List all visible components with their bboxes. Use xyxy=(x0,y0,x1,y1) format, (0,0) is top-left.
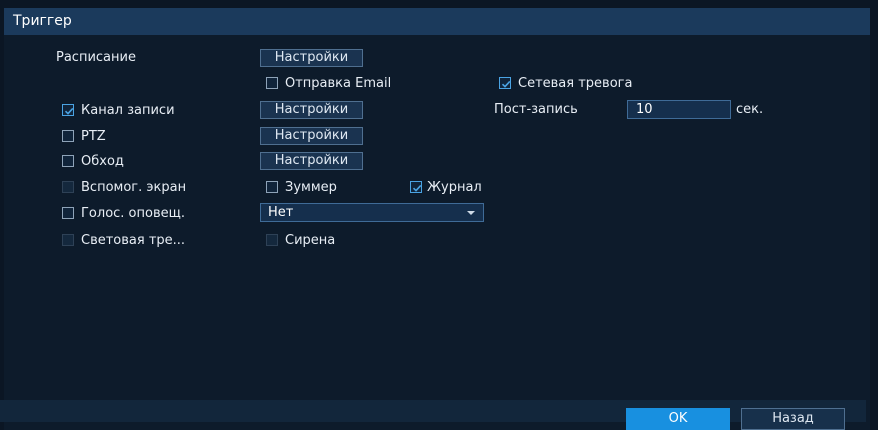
log-checkbox[interactable]: Журнал xyxy=(410,180,482,195)
record-channel-settings-button[interactable]: Настройки xyxy=(260,101,363,119)
network-alarm-checkbox[interactable]: Сетевая тревога xyxy=(499,76,632,91)
buzzer-label: Зуммер xyxy=(285,180,337,195)
ptz-settings-button[interactable]: Настройки xyxy=(260,127,363,145)
check-icon xyxy=(501,80,511,88)
ok-button[interactable]: OK xyxy=(626,408,730,430)
siren-label: Сирена xyxy=(285,233,336,248)
record-channel-checkbox[interactable]: Канал записи xyxy=(62,103,175,118)
chevron-down-icon xyxy=(467,211,475,215)
aux-screen-checkbox: Вспомог. экран xyxy=(62,180,186,195)
network-alarm-label: Сетевая тревога xyxy=(518,76,633,91)
post-record-input[interactable]: 10 xyxy=(627,100,731,119)
dialog-footer xyxy=(0,400,866,422)
schedule-settings-button[interactable]: Настройки xyxy=(260,49,363,67)
light-alarm-label: Световая тре... xyxy=(81,233,186,248)
schedule-label: Расписание xyxy=(56,50,136,65)
tour-label: Обход xyxy=(81,154,124,169)
record-channel-label: Канал записи xyxy=(81,103,175,118)
email-label: Отправка Email xyxy=(285,76,392,91)
voice-alert-selected: Нет xyxy=(268,205,294,220)
dialog-title: Триггер xyxy=(4,8,870,35)
tour-settings-button[interactable]: Настройки xyxy=(260,152,363,170)
aux-screen-label: Вспомог. экран xyxy=(81,180,187,195)
post-record-label: Пост-запись xyxy=(494,102,578,117)
email-checkbox[interactable]: Отправка Email xyxy=(266,76,391,91)
ptz-label: PTZ xyxy=(81,129,106,144)
check-icon xyxy=(412,184,422,192)
tour-checkbox[interactable]: Обход xyxy=(62,154,124,169)
ptz-checkbox[interactable]: PTZ xyxy=(62,129,106,144)
post-record-unit: сек. xyxy=(736,102,764,117)
voice-alert-checkbox[interactable]: Голос. оповещ. xyxy=(62,206,185,221)
back-button[interactable]: Назад xyxy=(741,408,845,430)
voice-alert-select[interactable]: Нет xyxy=(260,203,484,222)
light-alarm-checkbox: Световая тре... xyxy=(62,233,185,248)
voice-alert-label: Голос. оповещ. xyxy=(81,206,185,221)
buzzer-checkbox[interactable]: Зуммер xyxy=(266,180,337,195)
log-label: Журнал xyxy=(427,180,482,195)
check-icon xyxy=(64,107,74,115)
siren-checkbox: Сирена xyxy=(266,233,335,248)
